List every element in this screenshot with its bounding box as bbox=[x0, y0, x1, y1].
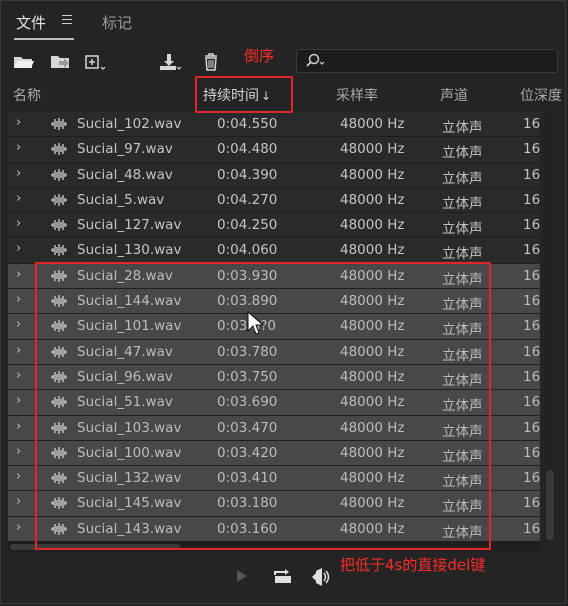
new-file-dropdown-icon[interactable] bbox=[84, 52, 108, 72]
file-duration: 0:04.060 bbox=[217, 242, 278, 259]
audio-waveform-icon bbox=[50, 118, 68, 130]
expand-chevron-icon[interactable]: › bbox=[16, 292, 21, 307]
panel-menu-icon[interactable] bbox=[62, 15, 72, 27]
expand-chevron-icon[interactable]: › bbox=[16, 419, 21, 434]
file-bit-depth: 16 bbox=[523, 293, 540, 310]
file-channels: 立体声 bbox=[442, 170, 483, 187]
file-name: Sucial_102.wav bbox=[77, 116, 182, 132]
file-bit-depth: 16 bbox=[523, 419, 540, 436]
file-row[interactable]: › Sucial_97.wav 0:04.480 48000 Hz 立体声 16 bbox=[8, 137, 540, 163]
import-folder-icon[interactable] bbox=[48, 52, 72, 72]
file-bit-depth: 16 bbox=[523, 343, 540, 360]
expand-chevron-icon[interactable]: › bbox=[16, 368, 21, 383]
file-duration: 0:04.550 bbox=[217, 116, 278, 132]
loop-playback-icon[interactable] bbox=[272, 567, 294, 585]
column-header-bit-depth[interactable]: 位深度 bbox=[520, 85, 562, 105]
insert-to-multitrack-icon[interactable] bbox=[158, 52, 182, 72]
auto-play-volume-icon[interactable] bbox=[310, 567, 334, 587]
audio-waveform-icon bbox=[50, 193, 68, 206]
expand-chevron-icon[interactable]: › bbox=[16, 317, 21, 332]
file-bit-depth: 16 bbox=[523, 242, 540, 259]
expand-chevron-icon[interactable]: › bbox=[16, 393, 21, 408]
file-sample-rate: 48000 Hz bbox=[340, 217, 405, 234]
file-bit-depth: 16 bbox=[523, 116, 540, 132]
audio-waveform-icon bbox=[50, 244, 68, 257]
column-header-sample-rate[interactable]: 采样率 bbox=[336, 85, 378, 105]
file-duration: 0:04.480 bbox=[217, 141, 278, 158]
file-bit-depth: 16 bbox=[523, 470, 540, 487]
delete-trash-icon[interactable] bbox=[200, 52, 224, 72]
file-name: Sucial_5.wav bbox=[77, 191, 165, 208]
file-channels: 立体声 bbox=[442, 246, 483, 263]
file-channels: 立体声 bbox=[442, 221, 483, 238]
expand-chevron-icon[interactable]: › bbox=[16, 343, 21, 358]
file-bit-depth: 16 bbox=[523, 318, 540, 335]
expand-chevron-icon[interactable]: › bbox=[16, 469, 21, 484]
file-row[interactable]: › Sucial_48.wav 0:04.390 48000 Hz 立体声 16 bbox=[8, 162, 540, 188]
file-bit-depth: 16 bbox=[523, 495, 540, 512]
audio-waveform-icon bbox=[50, 219, 68, 232]
tab-files[interactable]: 文件 bbox=[16, 13, 46, 33]
search-icon bbox=[306, 53, 325, 67]
file-bit-depth: 16 bbox=[523, 444, 540, 461]
expand-chevron-icon[interactable]: › bbox=[16, 241, 21, 256]
file-bit-depth: 16 bbox=[523, 191, 540, 208]
annotation-box-selected-rows bbox=[35, 262, 491, 550]
expand-chevron-icon[interactable]: › bbox=[16, 191, 21, 206]
expand-chevron-icon[interactable]: › bbox=[16, 267, 21, 282]
file-sample-rate: 48000 Hz bbox=[340, 191, 405, 208]
file-name: Sucial_127.wav bbox=[77, 217, 182, 234]
file-name: Sucial_97.wav bbox=[77, 141, 173, 158]
audio-waveform-icon bbox=[50, 143, 68, 156]
file-channels: 立体声 bbox=[442, 120, 483, 136]
audio-waveform-icon bbox=[50, 168, 68, 181]
file-row[interactable]: › Sucial_130.wav 0:04.060 48000 Hz 立体声 16 bbox=[8, 238, 540, 264]
expand-chevron-icon[interactable]: › bbox=[16, 494, 21, 509]
file-sample-rate: 48000 Hz bbox=[340, 166, 405, 183]
file-bit-depth: 16 bbox=[523, 166, 540, 183]
file-sample-rate: 48000 Hz bbox=[340, 141, 405, 158]
file-sample-rate: 48000 Hz bbox=[340, 116, 405, 132]
panel-tabs: 文件 标记 bbox=[0, 0, 568, 40]
file-row[interactable]: › Sucial_5.wav 0:04.270 48000 Hz 立体声 16 bbox=[8, 187, 540, 214]
open-folder-icon[interactable] bbox=[12, 52, 36, 72]
file-bit-depth: 16 bbox=[523, 520, 540, 537]
expand-chevron-icon[interactable]: › bbox=[16, 115, 21, 130]
play-icon[interactable] bbox=[234, 568, 250, 584]
file-duration: 0:04.390 bbox=[217, 166, 278, 183]
mouse-pointer-icon bbox=[247, 311, 265, 335]
file-bit-depth: 16 bbox=[523, 368, 540, 385]
expand-chevron-icon[interactable]: › bbox=[16, 166, 21, 181]
active-tab-underline bbox=[14, 38, 74, 40]
file-duration: 0:04.250 bbox=[217, 217, 278, 234]
file-sample-rate: 48000 Hz bbox=[340, 242, 405, 259]
file-bit-depth: 16 bbox=[523, 217, 540, 234]
file-name: Sucial_48.wav bbox=[77, 166, 173, 183]
expand-chevron-icon[interactable]: › bbox=[16, 444, 21, 459]
file-name: Sucial_130.wav bbox=[77, 242, 182, 259]
search-input[interactable] bbox=[296, 49, 558, 73]
expand-chevron-icon[interactable]: › bbox=[16, 140, 21, 155]
file-row[interactable]: › Sucial_102.wav 0:04.550 48000 Hz 立体声 16 bbox=[8, 112, 540, 138]
file-channels: 立体声 bbox=[442, 195, 483, 212]
expand-chevron-icon[interactable]: › bbox=[16, 216, 21, 231]
file-bit-depth: 16 bbox=[523, 267, 540, 284]
file-duration: 0:04.270 bbox=[217, 191, 278, 208]
file-bit-depth: 16 bbox=[523, 394, 540, 411]
annotation-sort-note: 倒序 bbox=[244, 47, 275, 65]
expand-chevron-icon[interactable]: › bbox=[16, 520, 21, 535]
file-row[interactable]: › Sucial_127.wav 0:04.250 48000 Hz 立体声 16 bbox=[8, 213, 540, 239]
annotation-box-duration-header bbox=[195, 76, 293, 113]
file-channels: 立体声 bbox=[442, 145, 483, 162]
column-header-channels[interactable]: 声道 bbox=[440, 85, 468, 105]
tab-markers[interactable]: 标记 bbox=[102, 13, 132, 33]
file-bit-depth: 16 bbox=[523, 141, 540, 158]
column-header-name[interactable]: 名称 bbox=[13, 85, 41, 105]
vertical-scrollbar-thumb[interactable] bbox=[546, 470, 554, 540]
